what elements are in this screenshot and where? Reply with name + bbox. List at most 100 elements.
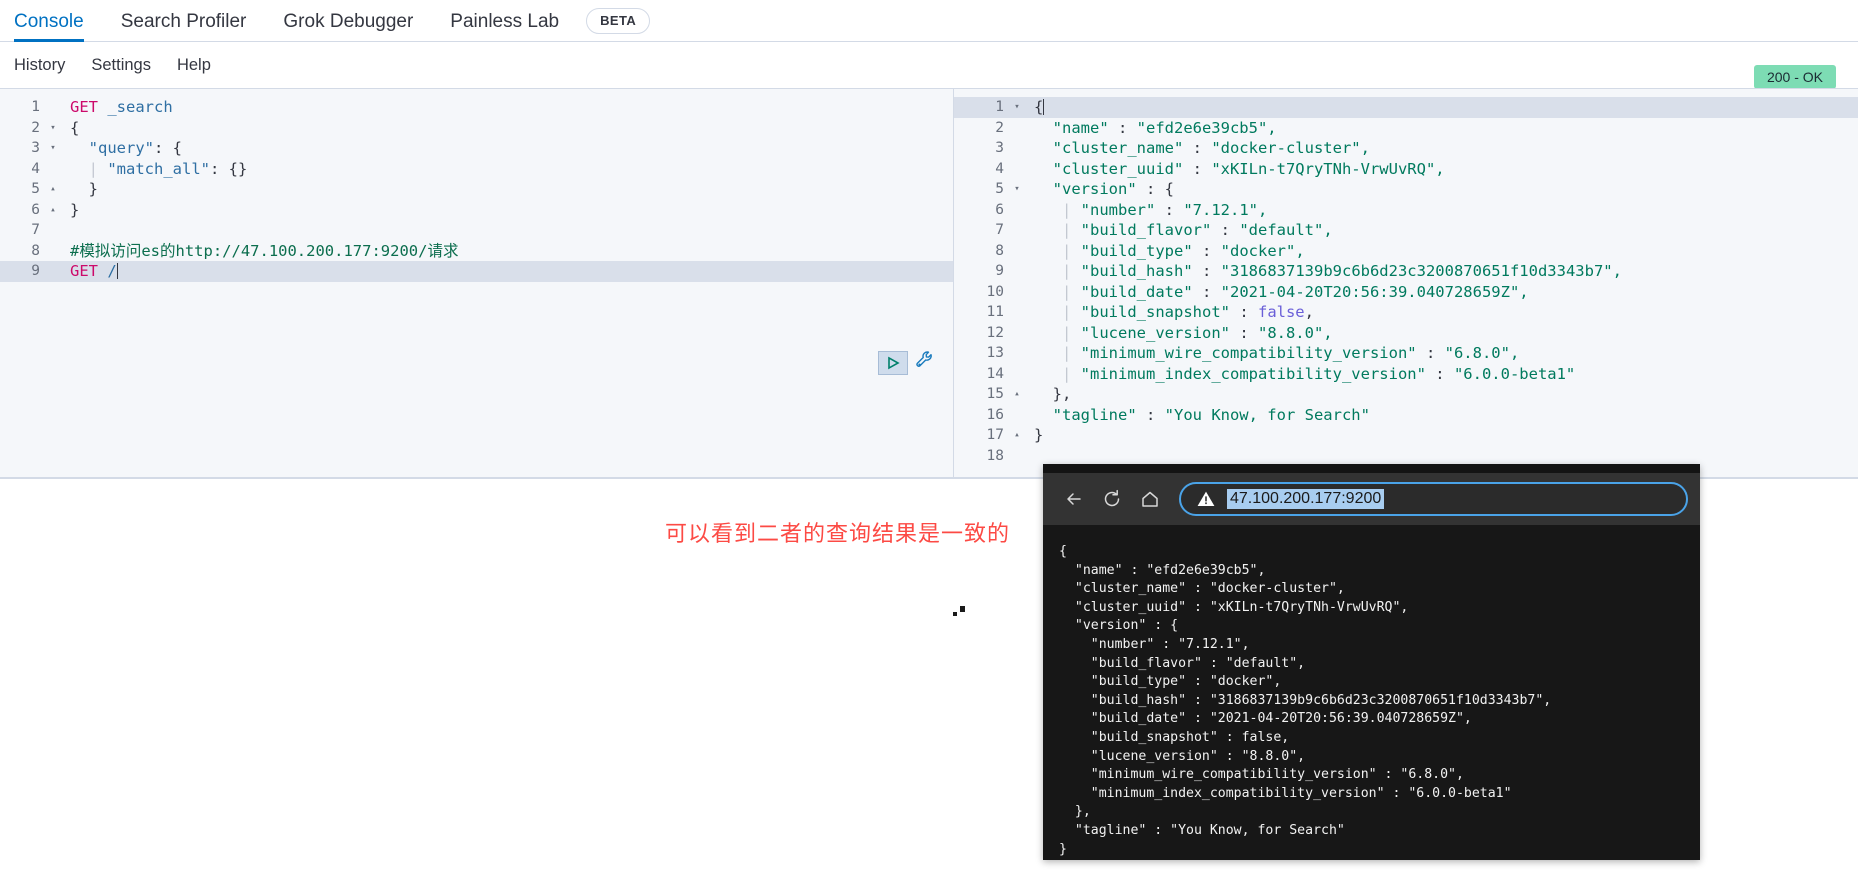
line-number: 15 <box>986 386 1004 402</box>
console-menubar: History Settings Help <box>0 42 1858 88</box>
line-number: 5 <box>995 181 1004 197</box>
code-line: 9 GET / <box>0 261 953 282</box>
line-number: 18 <box>986 447 1004 464</box>
code-text: "query": { <box>70 139 182 157</box>
code-text: }, <box>1034 385 1072 403</box>
response-code: 1 ▾{2 "name" : "efd2e6e39cb5", 3 "cluster_… <box>954 89 1858 466</box>
run-request-button[interactable] <box>878 350 908 375</box>
code-text: | "build_flavor" : "default", <box>1062 221 1333 239</box>
code-line: 6 | "number" : "7.12.1", <box>954 200 1858 221</box>
code-text: | "lucene_version" : "8.8.0", <box>1062 323 1333 342</box>
code-line: 7 | "build_flavor" : "default", <box>954 220 1858 241</box>
menu-settings[interactable]: Settings <box>91 56 151 75</box>
code-line: 2 ▾ { <box>0 118 953 139</box>
line-number: 1 <box>31 99 40 115</box>
fold-toggle[interactable]: ▴ <box>1010 425 1024 446</box>
code-line: 8 | "build_type" : "docker", <box>954 241 1858 262</box>
primary-tabbar: Console Search Profiler Grok Debugger Pa… <box>0 0 1858 42</box>
code-text: { <box>70 118 80 137</box>
code-text: | "build_type" : "docker", <box>1062 241 1305 260</box>
wrench-menu-button[interactable] <box>914 349 936 376</box>
code-line: 6 ▴} <box>0 200 953 221</box>
response-pane[interactable]: 1 ▾{2 "name" : "efd2e6e39cb5", 3 "cluster_… <box>954 89 1858 478</box>
code-text: GET / <box>70 262 118 280</box>
code-text: | "build_date" : "2021-04-20T20:56:39.04… <box>1062 282 1529 301</box>
code-line: 3 "cluster_name" : "docker-cluster", <box>954 138 1858 159</box>
tab-grok-debugger-label: Grok Debugger <box>283 10 414 32</box>
code-text: "cluster_uuid" : "xKILn-t7QryTNh-VrwUvRQ… <box>1034 159 1445 178</box>
browser-json-body: { "name" : "efd2e6e39cb5", "cluster_name… <box>1043 525 1700 860</box>
reload-icon <box>1104 489 1120 507</box>
line-number: 1 <box>995 99 1004 115</box>
browser-toolbar: 47.100.200.177:9200 <box>1043 473 1700 525</box>
line-number: 11 <box>986 304 1004 320</box>
fold-toggle[interactable]: ▾ <box>1010 179 1024 200</box>
tab-search-profiler-label: Search Profiler <box>120 10 247 32</box>
line-number: 3 <box>995 140 1004 156</box>
fold-toggle[interactable]: ▴ <box>46 179 60 200</box>
request-editor-code[interactable]: 1 GET _search 2 ▾ {3 ▾ "query": {4 | "match_a… <box>0 89 953 282</box>
browser-address-bar[interactable]: 47.100.200.177:9200 <box>1179 482 1688 516</box>
text-cursor <box>1043 99 1045 115</box>
url-text[interactable]: 47.100.200.177:9200 <box>1227 489 1385 509</box>
line-number: 7 <box>995 222 1004 238</box>
code-line: 12 | "lucene_version" : "8.8.0", <box>954 323 1858 344</box>
tab-grok-debugger[interactable]: Grok Debugger <box>283 0 436 42</box>
back-button[interactable] <box>1055 480 1093 518</box>
line-number: 17 <box>986 427 1004 443</box>
code-text: } <box>70 200 80 219</box>
code-line: 1 ▾ { <box>954 97 1858 118</box>
code-line: 8 #模拟访问es的http://47.100.200.177:9200/请求 <box>0 241 953 262</box>
fold-toggle[interactable]: ▾ <box>46 118 60 139</box>
code-line: 14 | "minimum_index_compatibility_versio… <box>954 364 1858 385</box>
menu-history[interactable]: History <box>14 56 65 75</box>
code-line: 9 | "build_hash" : "3186837139b9c6b6d23c… <box>954 261 1858 282</box>
tab-console[interactable]: Console <box>14 0 107 42</box>
fold-toggle[interactable]: ▾ <box>46 138 60 159</box>
code-text: | "number" : "7.12.1", <box>1062 200 1268 219</box>
arrow-left-icon <box>1067 493 1081 505</box>
annotation-dot-large <box>960 606 965 612</box>
annotation-dot-small <box>953 612 957 616</box>
code-line: 1 GET _search <box>0 97 953 118</box>
code-text: } <box>1034 426 1044 444</box>
play-icon <box>888 356 900 369</box>
tab-painless-lab[interactable]: Painless Lab <box>450 0 582 42</box>
menu-help[interactable]: Help <box>177 56 211 75</box>
code-text: "name" : "efd2e6e39cb5", <box>1034 118 1277 137</box>
tab-search-profiler[interactable]: Search Profiler <box>121 0 270 42</box>
code-text: "version" : { <box>1034 180 1174 198</box>
wrench-icon <box>916 351 932 367</box>
request-editor-pane[interactable]: 1 GET _search 2 ▾ {3 ▾ "query": {4 | "match_a… <box>0 89 954 478</box>
fold-toggle[interactable]: ▴ <box>1010 384 1024 405</box>
line-number: 4 <box>31 160 40 177</box>
line-number: 12 <box>986 324 1004 341</box>
code-line: 16 "tagline" : "You Know, for Search" <box>954 405 1858 426</box>
code-line: 4 "cluster_uuid" : "xKILn-t7QryTNh-VrwUv… <box>954 159 1858 180</box>
line-number: 10 <box>986 283 1004 300</box>
code-line: 10 | "build_date" : "2021-04-20T20:56:39… <box>954 282 1858 303</box>
line-number: 2 <box>31 119 40 136</box>
line-number: 8 <box>31 242 40 259</box>
code-text: | "minimum_index_compatibility_version" … <box>1062 364 1576 383</box>
line-number: 6 <box>995 201 1004 218</box>
reload-button[interactable] <box>1093 480 1131 518</box>
fold-toggle[interactable]: ▴ <box>46 200 60 221</box>
app-root: Console Search Profiler Grok Debugger Pa… <box>0 0 1858 875</box>
fold-toggle[interactable]: ▾ <box>1010 97 1024 118</box>
warning-triangle-icon <box>1195 489 1217 509</box>
browser-window: 47.100.200.177:9200 { "name" : "efd2e6e3… <box>1043 464 1700 860</box>
home-icon <box>1142 491 1158 507</box>
line-number: 5 <box>31 181 40 197</box>
code-line: 2 "name" : "efd2e6e39cb5", <box>954 118 1858 139</box>
code-text: "tagline" : "You Know, for Search" <box>1034 405 1370 424</box>
line-number: 2 <box>995 119 1004 136</box>
line-number: 14 <box>986 365 1004 382</box>
line-number: 8 <box>995 242 1004 259</box>
line-number: 16 <box>986 406 1004 423</box>
code-text: GET _search <box>70 98 173 116</box>
home-button[interactable] <box>1131 480 1169 518</box>
text-cursor <box>116 263 118 279</box>
code-line: 3 ▾ "query": { <box>0 138 953 159</box>
code-text: | "minimum_wire_compatibility_version" :… <box>1062 344 1520 362</box>
